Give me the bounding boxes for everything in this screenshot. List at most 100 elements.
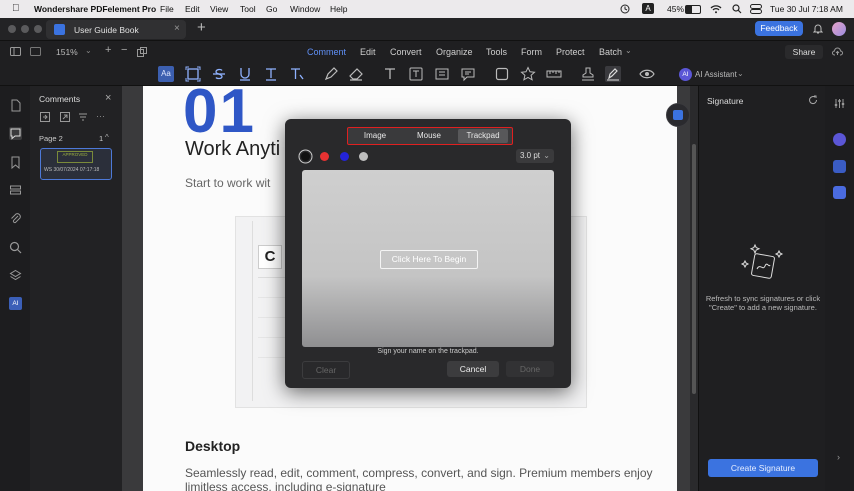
comment-item[interactable]: APPROVED WS 30/07/2024 07:17:18 xyxy=(40,148,112,180)
measure-icon[interactable] xyxy=(546,66,562,82)
tab-organize[interactable]: Organize xyxy=(436,47,473,57)
zoom-dropdown-icon[interactable]: ⌄ xyxy=(85,46,92,55)
translate-icon[interactable] xyxy=(833,186,846,199)
app-name[interactable]: Wondershare PDFelement Pro xyxy=(34,4,156,14)
fit-page-icon[interactable] xyxy=(137,47,147,57)
create-signature-button[interactable]: Create Signature xyxy=(708,459,818,477)
done-button[interactable]: Done xyxy=(506,361,554,377)
text-highlight-icon[interactable]: Aa xyxy=(158,66,174,82)
minimize-window-button[interactable] xyxy=(21,25,29,33)
color-swatch-blue[interactable] xyxy=(340,152,349,161)
properties-sliders-icon[interactable] xyxy=(834,98,845,109)
area-highlight-icon[interactable] xyxy=(185,66,201,82)
battery-icon[interactable] xyxy=(685,5,701,14)
menu-edit[interactable]: Edit xyxy=(185,4,200,14)
time-machine-icon[interactable] xyxy=(620,4,630,14)
sticky-note-icon[interactable] xyxy=(460,66,476,82)
refresh-icon[interactable] xyxy=(808,95,818,105)
text-field-icon[interactable] xyxy=(434,66,450,82)
export-comments-icon[interactable] xyxy=(60,112,70,122)
collapse-group-icon[interactable]: ^ xyxy=(105,133,109,142)
notification-bell-icon[interactable] xyxy=(813,23,823,34)
batch-dropdown-icon[interactable]: ⌄ xyxy=(625,46,632,55)
color-swatch-black[interactable] xyxy=(301,152,310,161)
click-to-begin-button[interactable]: Click Here To Begin xyxy=(380,250,478,269)
replace-text-icon[interactable] xyxy=(289,66,305,82)
document-tab[interactable]: User Guide Book × xyxy=(46,20,186,39)
document-scrollbar[interactable] xyxy=(690,86,698,491)
clear-button[interactable]: Clear xyxy=(302,361,350,379)
signature-drawing-area[interactable]: Click Here To Begin xyxy=(302,170,554,347)
comments-icon[interactable] xyxy=(9,127,22,140)
new-tab-icon[interactable]: + xyxy=(197,19,206,36)
spotlight-icon[interactable] xyxy=(732,4,742,14)
expand-rail-icon[interactable]: › xyxy=(837,452,840,462)
menu-go[interactable]: Go xyxy=(266,4,277,14)
tab-batch[interactable]: Batch xyxy=(599,47,622,57)
page-view-icon[interactable] xyxy=(30,47,41,56)
import-comments-icon[interactable] xyxy=(40,112,50,122)
strikethrough-icon[interactable] xyxy=(211,66,227,82)
text-box-icon[interactable] xyxy=(382,66,398,82)
tab-comment[interactable]: Comment xyxy=(307,47,346,57)
feedback-button[interactable]: Feedback xyxy=(755,21,803,36)
scrollbar-thumb[interactable] xyxy=(692,144,696,394)
zoom-out-icon[interactable]: − xyxy=(121,44,127,56)
tab-tools[interactable]: Tools xyxy=(486,47,507,57)
filter-icon[interactable] xyxy=(78,112,88,122)
pages-icon[interactable] xyxy=(9,99,22,112)
close-window-button[interactable] xyxy=(8,25,16,33)
callout-icon[interactable] xyxy=(408,66,424,82)
pencil-icon[interactable] xyxy=(323,66,339,82)
menu-view[interactable]: View xyxy=(210,4,228,14)
eye-icon[interactable] xyxy=(639,66,655,82)
tab-protect[interactable]: Protect xyxy=(556,47,585,57)
tab-form[interactable]: Form xyxy=(521,47,542,57)
insert-text-icon[interactable] xyxy=(263,66,279,82)
close-tab-icon[interactable]: × xyxy=(174,23,180,34)
wifi-icon[interactable] xyxy=(710,4,722,14)
check-document-icon[interactable] xyxy=(833,160,846,173)
bookmark-icon[interactable] xyxy=(9,156,22,169)
ai-chat-icon[interactable] xyxy=(833,133,846,146)
control-center-icon[interactable] xyxy=(750,4,762,14)
ai-assistant-label[interactable]: AI Assistant xyxy=(695,70,737,79)
attachment-icon[interactable] xyxy=(9,212,22,225)
color-swatch-gray[interactable] xyxy=(359,152,368,161)
close-panel-icon[interactable]: × xyxy=(105,92,111,104)
tab-edit[interactable]: Edit xyxy=(360,47,376,57)
menu-file[interactable]: File xyxy=(160,4,174,14)
tab-convert[interactable]: Convert xyxy=(390,47,422,57)
cancel-button[interactable]: Cancel xyxy=(447,361,499,377)
ai-sidebar-icon[interactable]: AI xyxy=(9,297,22,310)
menu-tool[interactable]: Tool xyxy=(240,4,256,14)
stamp-icon[interactable] xyxy=(580,66,596,82)
share-button[interactable]: Share xyxy=(785,45,823,59)
stack-icon[interactable] xyxy=(9,269,22,282)
layers-icon[interactable] xyxy=(9,184,22,197)
mode-mouse-tab[interactable]: Mouse xyxy=(404,129,454,143)
floating-word-convert-icon[interactable] xyxy=(666,103,690,127)
stroke-width-select[interactable]: 3.0 pt ⌄ xyxy=(516,149,554,163)
zoom-window-button[interactable] xyxy=(34,25,42,33)
zoom-level[interactable]: 151% xyxy=(56,47,78,57)
more-options-icon[interactable]: ⋯ xyxy=(96,111,105,122)
sidebar-toggle-icon[interactable] xyxy=(10,47,21,56)
input-source-badge[interactable]: A xyxy=(642,3,654,14)
menu-help[interactable]: Help xyxy=(330,4,347,14)
zoom-in-icon[interactable]: + xyxy=(105,44,111,56)
eraser-icon[interactable] xyxy=(348,66,364,82)
ai-assistant-dropdown-icon[interactable]: ⌄ xyxy=(737,69,744,78)
underline-icon[interactable] xyxy=(237,66,253,82)
cloud-upload-icon[interactable] xyxy=(832,47,843,56)
shape-rectangle-icon[interactable] xyxy=(494,66,510,82)
color-swatch-red[interactable] xyxy=(320,152,329,161)
menu-window[interactable]: Window xyxy=(290,4,320,14)
mode-image-tab[interactable]: Image xyxy=(350,129,400,143)
apple-icon[interactable]:  xyxy=(12,3,20,14)
ai-assistant-icon[interactable]: AI xyxy=(679,68,692,81)
avatar[interactable] xyxy=(832,22,846,36)
stamp-star-icon[interactable] xyxy=(520,66,536,82)
search-icon[interactable] xyxy=(9,241,22,254)
mode-trackpad-tab[interactable]: Trackpad xyxy=(458,129,508,143)
